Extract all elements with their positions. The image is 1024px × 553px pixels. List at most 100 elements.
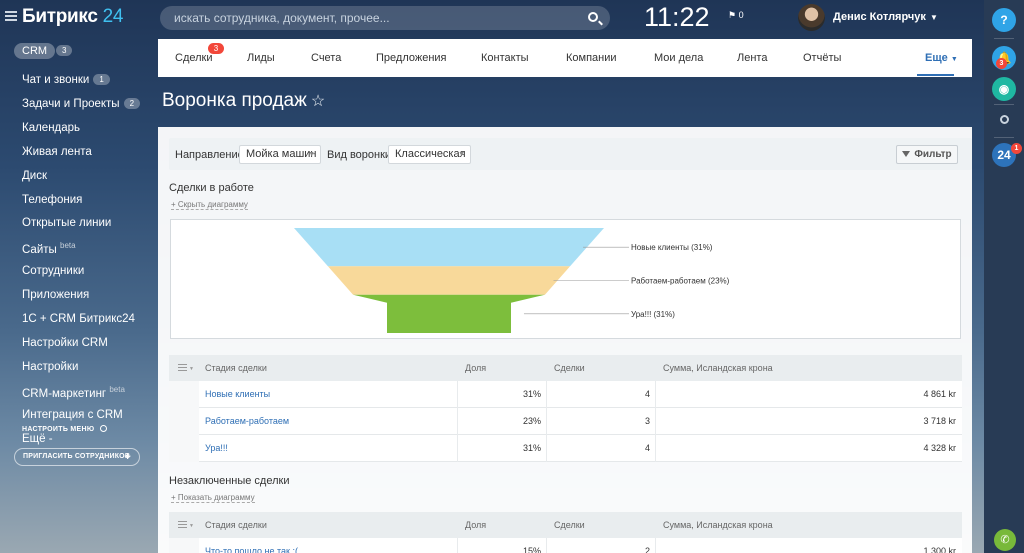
logo[interactable]: Битрикс 24: [22, 6, 123, 28]
sidebar-item-label: Задачи и Проекты: [22, 98, 120, 110]
sidebar-item[interactable]: Календарь: [22, 122, 80, 134]
column-header[interactable]: Сумма, Исландская крона: [663, 520, 773, 530]
column-settings-icon[interactable]: [178, 364, 187, 371]
search-box[interactable]: [160, 6, 610, 30]
funnel-stage-label: Работаем-работаем (23%): [631, 277, 730, 286]
sidebar-item[interactable]: Интеграция с CRM: [22, 409, 123, 421]
flag-counter[interactable]: ⚑ 0: [728, 10, 744, 21]
column-divider: [546, 435, 547, 462]
table-header: ▼ Стадия сделки Доля Сделки Сумма, Исландска…: [169, 355, 962, 381]
sidebar-item[interactable]: 1С + CRM Битрикс24: [22, 313, 135, 325]
divider: [994, 38, 1014, 39]
page-title: Воронка продаж ☆: [162, 90, 326, 111]
sum-cell: 3 718 kr: [923, 416, 956, 426]
beta-badge: beta: [60, 241, 76, 250]
tab-item[interactable]: Компании: [566, 52, 617, 64]
chevron-down-icon: ▼: [929, 13, 938, 22]
menu-icon[interactable]: [5, 11, 17, 21]
sidebar-item[interactable]: Приложения: [22, 289, 89, 301]
sidebar-item[interactable]: Ещё -: [22, 433, 53, 445]
sidebar-item-label: Телефония: [22, 194, 83, 206]
stage-link[interactable]: Что-то пошло не так :(: [205, 546, 298, 553]
sidebar-item-label: Сотрудники: [22, 265, 85, 277]
chat-icon: ◉: [998, 82, 1010, 96]
search-icon: [999, 115, 1009, 124]
phone-button[interactable]: ✆: [994, 529, 1016, 551]
sidebar-item[interactable]: Телефония: [22, 194, 82, 206]
funnel-type-select[interactable]: Классическая ▼: [388, 145, 471, 164]
column-header[interactable]: Сделки: [554, 520, 585, 530]
divider: [994, 104, 1014, 105]
clock[interactable]: 11:22: [644, 2, 710, 33]
tab-item[interactable]: Предложения: [376, 52, 447, 64]
tab-item[interactable]: Мои дела: [654, 52, 703, 64]
help-button[interactable]: ?: [992, 8, 1016, 32]
sidebar-item[interactable]: Живая лента: [22, 146, 92, 158]
notifications-badge: 3: [996, 58, 1007, 69]
avatar[interactable]: [798, 4, 825, 31]
stage-link[interactable]: Ура!!!: [205, 443, 228, 453]
configure-menu-button[interactable]: НАСТРОИТЬ МЕНЮ: [22, 425, 108, 433]
column-divider: [457, 538, 458, 553]
column-header[interactable]: Стадия сделки: [205, 520, 267, 530]
right-sidebar: ? 🔔 3 ◉ 24: [984, 0, 1024, 553]
sidebar-item[interactable]: Сотрудники: [22, 265, 84, 277]
chat-button[interactable]: ◉: [992, 77, 1016, 101]
tab-item[interactable]: Лента: [737, 52, 767, 64]
column-header[interactable]: Сумма, Исландская крона: [663, 363, 773, 373]
tab-item[interactable]: Отчёты: [803, 52, 841, 64]
invite-employees-button[interactable]: ПРИГЛАСИТЬ СОТРУДНИКОВ +: [14, 448, 140, 466]
show-chart-link[interactable]: + Показать диаграмму: [171, 493, 255, 503]
tab-item[interactable]: Сделки: [175, 52, 213, 64]
funnel-stage: [353, 294, 545, 333]
funnel-stage: [294, 228, 604, 267]
sidebar-item[interactable]: Задачи и Проекты 2: [22, 98, 141, 110]
column-header[interactable]: Сделки: [554, 363, 585, 373]
sidebar-item[interactable]: Настройки CRM: [22, 337, 108, 349]
sidebar-item[interactable]: Открытые линии: [22, 217, 111, 229]
sidebar-item[interactable]: Настройки: [22, 361, 78, 373]
user-menu[interactable]: Денис Котлярчук ▼: [833, 11, 938, 23]
column-header[interactable]: Доля: [465, 520, 486, 530]
table-row: Работаем-работаем 23% 3 3 718 kr: [169, 408, 962, 435]
tab-item[interactable]: Контакты: [481, 52, 529, 64]
star-icon[interactable]: ☆: [311, 93, 325, 110]
deals-cell: 4: [644, 443, 650, 453]
search-input[interactable]: [160, 6, 570, 30]
tab-more[interactable]: Еще ▼: [925, 52, 958, 64]
sidebar-item-label: Настройки CRM: [22, 337, 108, 349]
row-gutter: [169, 538, 199, 553]
tab-underline: [917, 74, 954, 76]
column-divider: [457, 381, 458, 408]
stage-link[interactable]: Работаем-работаем: [205, 416, 289, 426]
funnel-chart: Новые клиенты (31%) Работаем-работаем (23…: [170, 219, 961, 339]
sidebar-item[interactable]: CRM-маркетинг beta: [22, 385, 125, 400]
hide-chart-link[interactable]: + Скрыть диаграмму: [171, 200, 248, 210]
direction-select[interactable]: Мойка машин ▼: [239, 145, 321, 164]
sum-cell: 4 328 kr: [923, 443, 956, 453]
tab-item[interactable]: Счета: [311, 52, 341, 64]
column-settings-icon[interactable]: [178, 521, 187, 528]
search-icon[interactable]: [588, 12, 598, 22]
chevron-down-icon: ▼: [950, 56, 958, 63]
tab-item[interactable]: Лиды: [247, 52, 275, 64]
sum-cell: 4 861 kr: [923, 389, 956, 399]
sidebar-item-label: Календарь: [22, 122, 81, 134]
column-divider: [655, 381, 656, 408]
chevron-down-icon: ▼: [308, 151, 315, 158]
filter-button[interactable]: Фильтр: [896, 145, 958, 164]
search-button[interactable]: [992, 108, 1016, 132]
sidebar-item[interactable]: Чат и звонки 1: [22, 74, 110, 86]
column-header[interactable]: Стадия сделки: [205, 363, 267, 373]
sidebar-item-crm[interactable]: CRM: [14, 43, 56, 59]
gear-icon: [100, 425, 108, 432]
sidebar-item-label: Чат и звонки: [22, 74, 90, 86]
column-header[interactable]: Доля: [465, 363, 486, 373]
sidebar-item[interactable]: Диск: [22, 170, 47, 182]
sidebar-item-label: CRM-маркетинг: [22, 387, 107, 400]
plus-icon: +: [124, 451, 131, 463]
stage-link[interactable]: Новые клиенты: [205, 389, 270, 399]
section-title-active: Сделки в работе: [169, 182, 254, 194]
sidebar-item[interactable]: Сайты beta: [22, 241, 76, 256]
funnel-stage: [327, 266, 571, 295]
